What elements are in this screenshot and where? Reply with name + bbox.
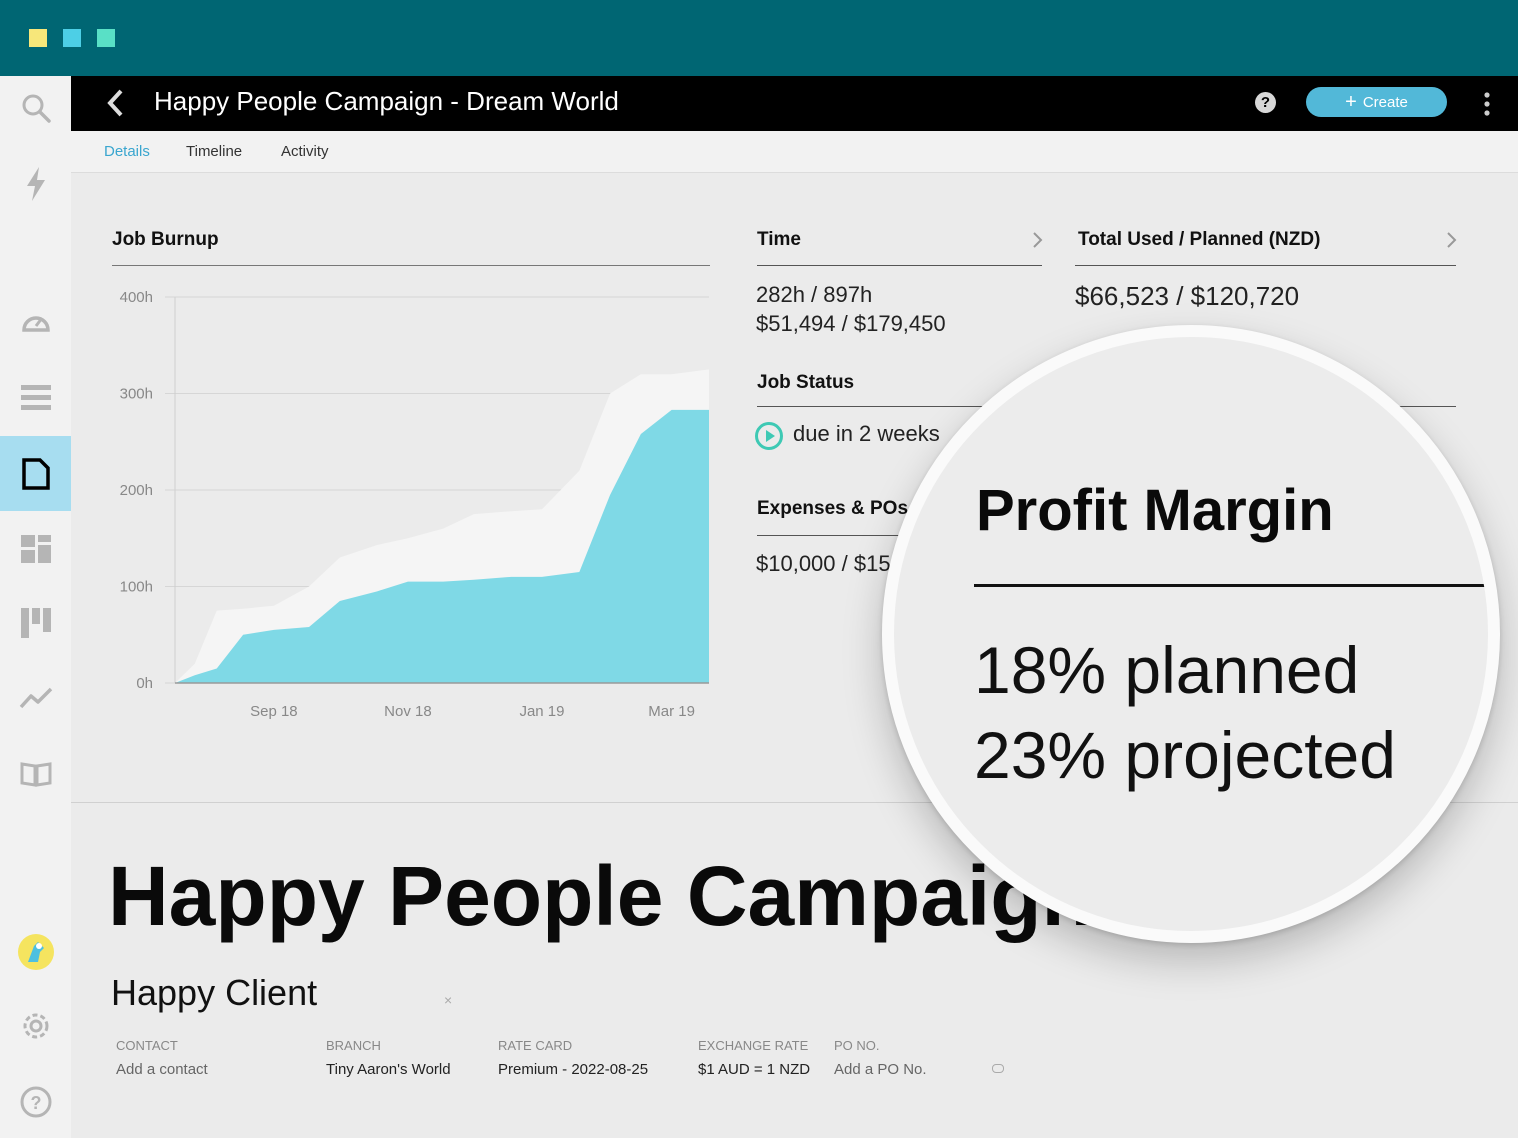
window-dot-blue bbox=[63, 29, 81, 47]
list-icon bbox=[20, 385, 51, 410]
total-value: $66,523 / $120,720 bbox=[1075, 281, 1300, 311]
sidebar: ? bbox=[0, 76, 71, 1138]
y-tick-label: 300h bbox=[120, 386, 153, 403]
search-icon bbox=[22, 94, 51, 123]
trend-icon bbox=[19, 687, 52, 709]
time-rule bbox=[757, 265, 1042, 266]
meta-label-exchange-rate: EXCHANGE RATE bbox=[698, 1038, 809, 1053]
dashboard-gauge-icon bbox=[21, 316, 50, 332]
tab-details[interactable]: Details bbox=[104, 143, 150, 160]
meta-label-rate-card: RATE CARD bbox=[498, 1038, 573, 1053]
sidebar-item-reports[interactable] bbox=[0, 668, 71, 728]
sidebar-item-board[interactable] bbox=[0, 593, 71, 653]
status-title: Job Status bbox=[757, 372, 855, 393]
document-icon bbox=[21, 457, 50, 490]
edit-tag-icon[interactable] bbox=[992, 1064, 1004, 1073]
meta-label-contact: CONTACT bbox=[116, 1038, 178, 1053]
sidebar-item-profile[interactable] bbox=[0, 922, 71, 982]
tab-activity[interactable]: Activity bbox=[281, 143, 329, 160]
window-dot-yellow bbox=[29, 29, 47, 47]
chevron-right-icon[interactable] bbox=[1446, 231, 1458, 249]
meta-value-po-number[interactable]: Add a PO No. bbox=[834, 1061, 927, 1078]
help-icon: ? bbox=[20, 1086, 51, 1118]
profit-margin-projected: 23% projected bbox=[974, 718, 1396, 792]
y-tick-label: 200h bbox=[120, 482, 153, 499]
meta-value-contact[interactable]: Add a contact bbox=[116, 1061, 208, 1078]
more-vertical-icon[interactable] bbox=[1477, 90, 1497, 118]
status-value: due in 2 weeks bbox=[793, 421, 940, 446]
avatar-icon bbox=[17, 934, 54, 970]
total-title: Total Used / Planned (NZD) bbox=[1078, 229, 1321, 250]
sidebar-item-help[interactable]: ? bbox=[0, 1072, 71, 1132]
sidebar-item-jobs[interactable] bbox=[0, 436, 71, 511]
create-button-label: Create bbox=[1362, 93, 1408, 111]
x-tick-label: Mar 19 bbox=[648, 703, 695, 720]
chevron-right-icon[interactable] bbox=[1032, 231, 1044, 249]
job-title: Happy People Campaign bbox=[108, 849, 1093, 943]
help-button[interactable]: ? bbox=[1255, 92, 1276, 113]
time-title: Time bbox=[757, 229, 802, 250]
y-tick-label: 400h bbox=[120, 289, 153, 306]
clear-client-icon[interactable]: × bbox=[444, 992, 452, 1008]
x-tick-label: Sep 18 bbox=[250, 703, 298, 720]
layout-icon bbox=[20, 535, 51, 563]
burnup-rule bbox=[112, 265, 710, 266]
burnup-chart: 0h 100h 200h 300h 400h Sep 18 Nov 18 Jan 19 Mar … bbox=[120, 289, 709, 720]
profit-margin-planned: 18% planned bbox=[974, 633, 1360, 707]
book-icon bbox=[20, 762, 51, 787]
client-name[interactable]: Happy Client bbox=[111, 972, 317, 1014]
x-tick-label: Nov 18 bbox=[384, 703, 432, 720]
back-chevron-icon[interactable] bbox=[101, 88, 131, 118]
lightning-icon bbox=[26, 167, 45, 201]
create-button[interactable]: + Create bbox=[1306, 87, 1447, 117]
plus-icon: + bbox=[1345, 90, 1357, 113]
svg-text:?: ? bbox=[30, 1093, 41, 1113]
meta-value-exchange-rate[interactable]: $1 AUD = 1 NZD bbox=[698, 1061, 810, 1078]
sidebar-item-dashboard[interactable] bbox=[0, 292, 71, 352]
page-title: Happy People Campaign - Dream World bbox=[154, 86, 619, 116]
sidebar-item-guide[interactable] bbox=[0, 744, 71, 804]
window-titlebar bbox=[0, 0, 1518, 76]
page-header: Happy People Campaign - Dream World ? + … bbox=[71, 76, 1518, 131]
x-tick-label: Jan 19 bbox=[519, 703, 564, 720]
sidebar-item-activity[interactable] bbox=[0, 154, 71, 214]
profit-margin-magnifier: Profit Margin 18% planned 23% projected bbox=[882, 325, 1500, 943]
meta-label-po-number: PO NO. bbox=[834, 1038, 880, 1053]
y-tick-label: 0h bbox=[136, 675, 153, 692]
meta-value-branch[interactable]: Tiny Aaron's World bbox=[326, 1061, 451, 1078]
tab-timeline[interactable]: Timeline bbox=[186, 143, 242, 160]
total-rule bbox=[1075, 265, 1456, 266]
tab-bar: Details Timeline Activity bbox=[71, 131, 1518, 173]
burnup-title: Job Burnup bbox=[112, 229, 219, 250]
window-dot-green bbox=[97, 29, 115, 47]
profit-margin-title: Profit Margin bbox=[976, 478, 1334, 543]
time-hours: 282h / 897h bbox=[756, 282, 873, 307]
expenses-value: $10,000 / $15 bbox=[756, 551, 891, 576]
sidebar-item-search[interactable] bbox=[0, 78, 71, 138]
sidebar-item-settings[interactable] bbox=[0, 996, 71, 1056]
profit-margin-rule bbox=[974, 584, 1488, 587]
meta-value-rate-card[interactable]: Premium - 2022-08-25 bbox=[498, 1061, 648, 1078]
expenses-title: Expenses & POs bbox=[757, 498, 909, 519]
sidebar-item-list[interactable] bbox=[0, 368, 71, 428]
gear-icon bbox=[23, 1013, 48, 1039]
y-tick-label: 100h bbox=[120, 579, 153, 596]
meta-label-branch: BRANCH bbox=[326, 1038, 381, 1053]
play-circle-icon bbox=[755, 422, 783, 450]
time-cost: $51,494 / $179,450 bbox=[756, 311, 946, 336]
board-icon bbox=[20, 608, 51, 638]
sidebar-item-layout[interactable] bbox=[0, 519, 71, 579]
